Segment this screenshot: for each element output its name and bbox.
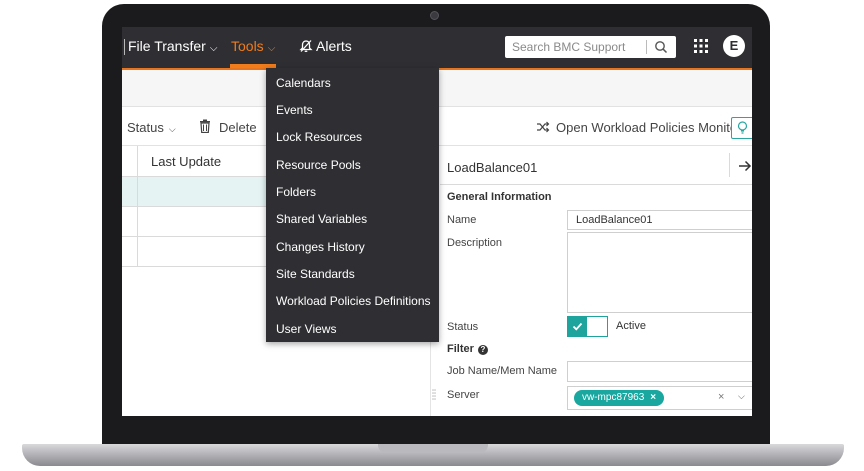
laptop-base-notch [378,444,488,453]
menu-item-shared-variables[interactable]: Shared Variables [276,212,367,226]
detail-title: LoadBalance01 [447,160,538,175]
description-label: Description [447,237,503,249]
filter-label: Filter [447,343,474,355]
chevron-down-icon[interactable]: ⌵ [738,391,745,402]
server-select[interactable]: vw-mpc87963 × × ⌵ [567,386,752,410]
chip-remove-icon[interactable]: × [650,392,656,403]
arrow-right-icon[interactable] [738,160,752,172]
server-chip[interactable]: vw-mpc87963 × [574,390,665,406]
server-chip-label: vw-mpc87963 [582,392,645,403]
server-label: Server [447,389,480,401]
menu-item-folders[interactable]: Folders [276,185,316,199]
status-value: Active [616,320,646,332]
job-name-field[interactable] [567,361,752,382]
toggle-on-segment [568,317,587,336]
check-icon [572,322,583,331]
title-separator [729,153,730,177]
menu-item-user-views[interactable]: User Views [276,322,336,336]
name-label: Name [447,214,477,226]
menu-item-changes-history[interactable]: Changes History [276,240,365,254]
tools-dropdown-menu: Calendars Events Lock Resources Resource… [266,68,439,342]
menu-item-events[interactable]: Events [276,103,313,117]
general-information-heading: General Information [447,191,552,203]
help-icon[interactable]: ? [477,345,488,355]
panel-separator [440,184,752,185]
status-label: Status [447,321,479,333]
resize-grip-icon[interactable] [432,389,436,401]
job-name-label: Job Name/Mem Name [447,365,558,377]
name-field[interactable] [567,210,752,230]
menu-item-resource-pools[interactable]: Resource Pools [276,158,361,172]
app-screen: File Transfer⌵ Tools⌵ Alerts E [122,27,752,416]
status-toggle[interactable] [567,316,608,337]
menu-item-calendars[interactable]: Calendars [276,76,331,90]
menu-item-site-standards[interactable]: Site Standards [276,267,355,281]
webcam-icon [430,11,439,20]
clear-icon[interactable]: × [718,391,724,403]
filter-heading: Filter? [447,343,488,355]
description-field[interactable] [567,232,752,313]
menu-item-lock-resources[interactable]: Lock Resources [276,130,362,144]
menu-item-workload-policies-definitions[interactable]: Workload Policies Definitions [276,294,431,308]
